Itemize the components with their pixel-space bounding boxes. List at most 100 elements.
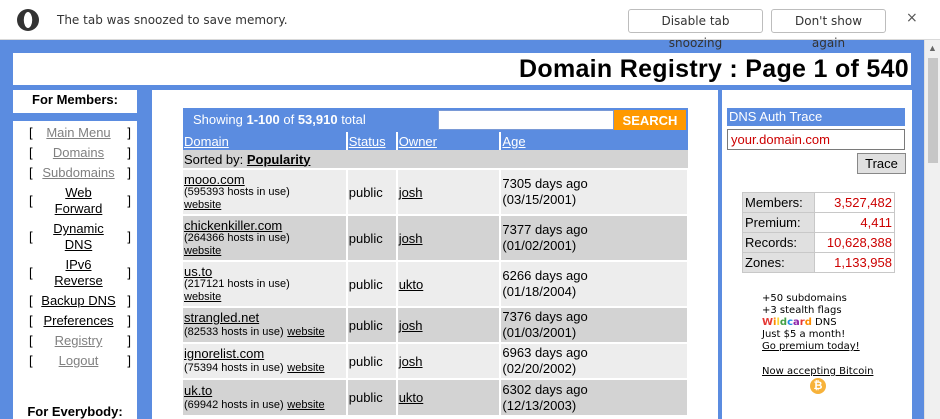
table-row: ignorelist.com (75394 hosts in use) websi… — [183, 342, 689, 379]
hosts-count: (595393 hosts in use) — [184, 185, 290, 198]
sidebar-link[interactable]: Domains — [26, 145, 131, 161]
col-age-header[interactable]: Age — [500, 132, 688, 150]
sidebar-item-preferences[interactable]: [Preferences] — [26, 313, 131, 329]
sidebar-item-subdomains[interactable]: [Subdomains] — [26, 165, 131, 181]
website-link[interactable]: website — [184, 291, 345, 304]
sidebar-item-main-menu[interactable]: [Main Menu] — [26, 125, 131, 141]
website-link[interactable]: website — [184, 245, 345, 258]
hosts-count: (69942 hosts in use) — [184, 398, 284, 411]
sidebar-link[interactable]: Logout — [26, 353, 131, 369]
website-link[interactable]: website — [287, 399, 324, 411]
sorted-by-row: Sorted by: Popularity — [183, 150, 688, 169]
stats-row: Members: 3,527,482 — [742, 192, 896, 213]
bracket-left: [ — [29, 333, 33, 348]
bracket-right: ] — [127, 165, 131, 180]
domain-cell: uk.to (69942 hosts in use) website — [183, 378, 348, 415]
age-cell: 6266 days ago (01/18/2004) — [500, 260, 689, 307]
scrollbar-thumb[interactable] — [928, 58, 938, 163]
hosts-count: (217121 hosts in use) — [184, 277, 290, 290]
sidebar-item-web-forward[interactable]: [Web Forward] — [26, 185, 131, 217]
domain-cell: ignorelist.com (75394 hosts in use) websi… — [183, 342, 348, 379]
everybody-heading: For Everybody: — [27, 404, 123, 419]
sidebar-link[interactable]: Main Menu — [26, 125, 131, 141]
snooze-message: The tab was snoozed to save memory. — [57, 13, 288, 27]
sidebar-item-dynamic-dns[interactable]: [Dynamic DNS] — [26, 221, 131, 253]
search-input[interactable] — [438, 110, 614, 130]
table-header-row: Domain Status Owner Age — [183, 132, 688, 150]
domain-cell: chickenkiller.com (264366 hosts in use) we… — [183, 214, 348, 261]
page-title: Domain Registry : Page 1 of 540 — [519, 55, 909, 83]
owner-link[interactable]: ukto — [399, 390, 424, 405]
col-status-header[interactable]: Status — [346, 132, 398, 150]
stat-label: Records: — [742, 232, 815, 253]
sidebar-item-domains[interactable]: [Domains] — [26, 145, 131, 161]
hosts-count: (75394 hosts in use) — [184, 362, 284, 374]
domain-link[interactable]: chickenkiller.com — [184, 219, 345, 232]
owner-cell: ukto — [396, 378, 502, 415]
bitcoin-link[interactable]: Now accepting Bitcoin — [762, 366, 873, 377]
disable-snoozing-button[interactable]: Disable tab snoozing — [628, 9, 763, 50]
sidebar-item-ipv6-reverse[interactable]: [IPv6 Reverse] — [26, 257, 131, 289]
owner-link[interactable]: ukto — [399, 277, 424, 292]
website-link[interactable]: website — [184, 199, 345, 212]
sidebar-link[interactable]: Web Forward — [26, 185, 131, 217]
age-cell: 6963 days ago (02/20/2002) — [500, 342, 689, 379]
sidebar-item-logout[interactable]: [Logout] — [26, 353, 131, 369]
bracket-left: [ — [29, 313, 33, 328]
sidebar-link[interactable]: IPv6 Reverse — [26, 257, 131, 289]
dns-trace-input[interactable]: your.domain.com — [727, 129, 905, 150]
sidebar-item-backup-dns[interactable]: [Backup DNS] — [26, 293, 131, 309]
status-cell: public — [346, 214, 398, 261]
age-days: 6302 days ago — [502, 381, 588, 397]
age-date: (03/15/2001) — [502, 192, 577, 207]
sidebar-link[interactable]: Dynamic DNS — [26, 221, 131, 253]
bracket-right: ] — [127, 313, 131, 328]
go-premium-link[interactable]: Go premium today! — [762, 341, 860, 353]
domain-link[interactable]: uk.to — [184, 384, 345, 397]
sorted-by-value[interactable]: Popularity — [247, 152, 311, 167]
owner-link[interactable]: josh — [399, 185, 423, 200]
domain-link[interactable]: mooo.com — [184, 173, 345, 186]
domain-link[interactable]: strangled.net — [184, 311, 345, 324]
owner-link[interactable]: josh — [399, 231, 423, 246]
sidebar-link[interactable]: Subdomains — [26, 165, 131, 181]
sidebar-link[interactable]: Preferences — [26, 313, 131, 329]
owner-link[interactable]: josh — [399, 318, 423, 333]
bitcoin-icon: ₿ — [810, 378, 826, 394]
age-days: 7305 days ago — [502, 176, 588, 191]
bracket-left: [ — [29, 125, 33, 140]
close-icon[interactable]: × — [906, 10, 918, 26]
dns-trace-title: DNS Auth Trace — [727, 108, 905, 126]
dont-show-again-button[interactable]: Don't show again — [771, 9, 886, 50]
premium-promo: +50 subdomains +3 stealth flags Wildcard… — [762, 293, 860, 353]
age-days: 7376 days ago — [502, 309, 588, 324]
owner-cell: josh — [396, 306, 502, 343]
vertical-scrollbar[interactable]: ▲ — [924, 40, 940, 419]
website-link[interactable]: website — [287, 362, 324, 374]
bracket-right: ] — [127, 229, 131, 244]
status-cell: public — [346, 306, 398, 343]
owner-link[interactable]: josh — [399, 354, 423, 369]
promo-line: Just $5 a month! — [762, 329, 846, 340]
snooze-notification-bar: The tab was snoozed to save memory. Disa… — [0, 0, 940, 50]
col-domain-header[interactable]: Domain — [183, 132, 348, 150]
sidebar-link[interactable]: Backup DNS — [26, 293, 131, 309]
sidebar-item-registry[interactable]: [Registry] — [26, 333, 131, 349]
domain-link[interactable]: us.to — [184, 265, 345, 278]
status-cell: public — [346, 168, 398, 215]
search-button[interactable]: SEARCH — [614, 110, 686, 130]
owner-cell: ukto — [396, 260, 502, 307]
age-cell: 7377 days ago (01/02/2001) — [500, 214, 689, 261]
sidebar-link[interactable]: Registry — [26, 333, 131, 349]
stat-value: 10,628,388 — [813, 232, 896, 253]
scroll-up-arrow-icon[interactable]: ▲ — [928, 43, 937, 53]
registry-panel: Showing 1-100 of 53,910 total SEARCH Dom… — [152, 90, 718, 419]
members-sidebar: For Members: [Main Menu] [Domains] [Subd… — [13, 90, 137, 419]
wildcard-rest: DNS — [811, 317, 837, 328]
col-owner-header[interactable]: Owner — [396, 132, 502, 150]
trace-button[interactable]: Trace — [857, 153, 906, 174]
website-link[interactable]: website — [287, 326, 324, 338]
promo-wildcard-line: Wildcard DNS — [762, 317, 860, 329]
domain-link[interactable]: ignorelist.com — [184, 347, 345, 360]
domain-cell: us.to (217121 hosts in use) website — [183, 260, 348, 307]
